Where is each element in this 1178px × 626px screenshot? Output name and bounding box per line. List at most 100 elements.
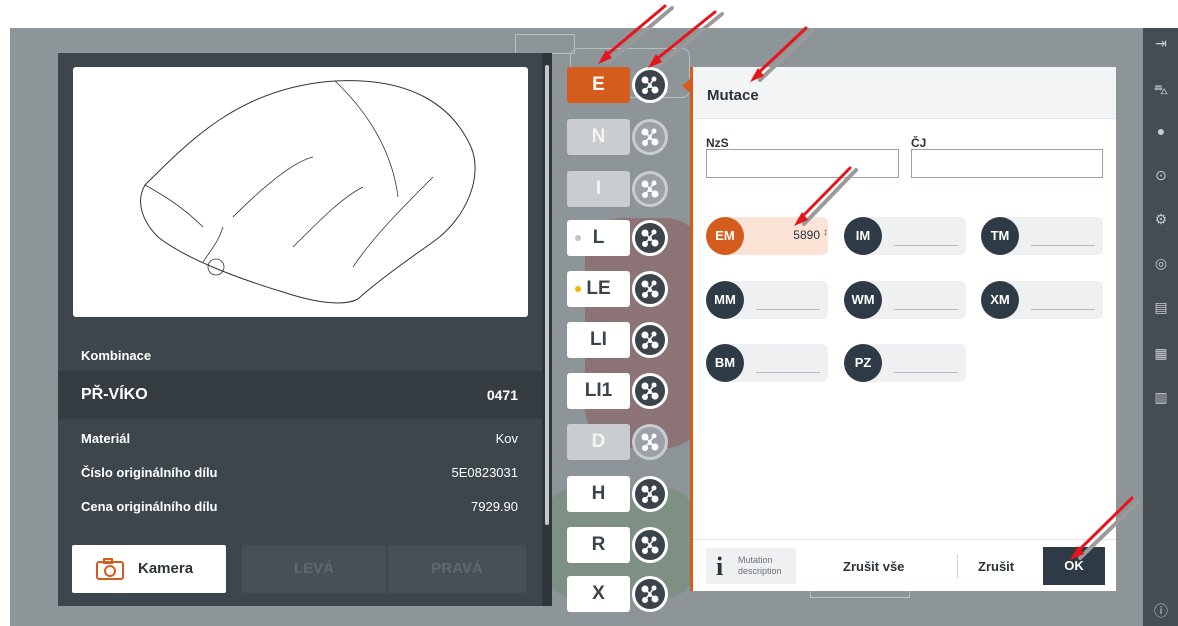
input-underline: [756, 372, 820, 373]
mutation-type-label: I: [595, 178, 602, 199]
mutation-code-em: 5890 ↕ EM: [706, 217, 828, 255]
card-scrollbar[interactable]: [542, 53, 552, 606]
mutation-type-h[interactable]: H: [567, 476, 630, 512]
footer-divider: [957, 554, 958, 578]
mutation-code-badge[interactable]: MM: [706, 281, 744, 319]
camera-button[interactable]: Kamera: [72, 545, 226, 593]
camera-icon[interactable]: ◎: [1152, 254, 1170, 272]
ok-button[interactable]: OK: [1043, 547, 1105, 585]
nzs-input[interactable]: [706, 149, 899, 178]
molecule-icon[interactable]: [632, 271, 668, 307]
molecule-icon[interactable]: [632, 424, 668, 460]
gear-icon[interactable]: ⚙: [1152, 210, 1170, 228]
original-number-row: Číslo originálního dílu 5E0823031: [58, 461, 542, 485]
mutation-type-li1[interactable]: LI1: [567, 373, 630, 409]
left-side-button[interactable]: LEVÁ: [242, 545, 386, 593]
mutation-type-label: LI: [590, 329, 607, 350]
right-side-button[interactable]: PRAVÁ: [388, 545, 526, 593]
hood-drawing: [140, 80, 476, 304]
document-sum-icon[interactable]: ▦: [1152, 344, 1170, 362]
mutation-code-badge[interactable]: XM: [981, 281, 1019, 319]
mutation-type-d: D: [567, 424, 630, 460]
mutation-code-badge[interactable]: PZ: [844, 344, 882, 382]
original-price-value: 7929.90: [471, 499, 518, 514]
info-icon[interactable]: ⓘ: [1152, 602, 1170, 620]
cj-label: ČJ: [911, 136, 927, 150]
molecule-icon[interactable]: [632, 67, 668, 103]
cj-input[interactable]: [911, 149, 1103, 178]
mutation-type-li[interactable]: LI: [567, 322, 630, 358]
dialog-title: Mutace: [707, 87, 759, 104]
mutation-type-label: H: [591, 483, 606, 504]
part-name: PŘ-VÍKO: [81, 386, 148, 403]
input-underline: [1031, 309, 1095, 310]
monitor-icon[interactable]: ▤: [1152, 298, 1170, 316]
mutation-code-bm: BM: [706, 344, 828, 382]
right-toolbar: ⇥ ⛍ ● ⊙ ⚙ ◎ ▤ ▦ ▥ ⓘ: [1143, 28, 1178, 626]
exit-icon[interactable]: ⇥: [1152, 34, 1170, 52]
part-name-row: PŘ-VÍKO 0471: [58, 371, 542, 419]
molecule-icon[interactable]: [632, 527, 668, 563]
mutation-code-badge[interactable]: TM: [981, 217, 1019, 255]
molecule-icon[interactable]: [632, 119, 668, 155]
molecule-icon[interactable]: [632, 220, 668, 256]
mutation-type-label: R: [591, 534, 606, 555]
info-icon: i: [716, 552, 724, 581]
mutation-type-label: LI1: [584, 380, 613, 401]
mutation-desc-line1: Mutation: [738, 555, 773, 565]
camera-button-label: Kamera: [138, 560, 194, 577]
spinner-icon[interactable]: ↕: [823, 227, 828, 238]
mutation-desc-line2: description: [738, 566, 782, 576]
part-card: Kombinace PŘ-VÍKO 0471 Materiál Kov Čísl…: [58, 53, 542, 606]
mutation-type-label: X: [592, 583, 605, 604]
mutation-code-xm: XM: [981, 281, 1103, 319]
mutation-code-pz: PZ: [844, 344, 966, 382]
part-image: [73, 67, 528, 317]
mutation-code-value: 5890: [793, 228, 820, 242]
mutation-description-button[interactable]: i Mutation description: [706, 548, 796, 584]
molecule-icon[interactable]: [632, 373, 668, 409]
original-number-value: 5E0823031: [451, 465, 518, 480]
mutation-type-label: D: [591, 431, 606, 452]
section-label: Kombinace: [81, 348, 152, 363]
camera-icon: [96, 558, 124, 580]
document-edit-icon[interactable]: ▥: [1152, 388, 1170, 406]
original-price-label: Cena originálního dílu: [81, 499, 218, 514]
mutation-dialog: Mutace NzS ČJ 5890 ↕ EM IM TM MM WM XM BM PZ i Mu…: [690, 67, 1116, 591]
search-icon[interactable]: ⊙: [1152, 166, 1170, 184]
input-underline: [894, 245, 958, 246]
input-underline: [1031, 245, 1095, 246]
lock-icon[interactable]: ●: [1152, 122, 1170, 140]
active-indicator: [682, 79, 690, 93]
original-number-label: Číslo originálního dílu: [81, 465, 218, 480]
nzs-label: NzS: [706, 136, 729, 150]
mutation-type-l[interactable]: L: [567, 220, 630, 256]
cancel-all-button[interactable]: Zrušit vše: [843, 559, 904, 574]
mutation-type-n: N: [567, 119, 630, 155]
scroll-thumb[interactable]: [545, 65, 549, 525]
mutation-code-badge[interactable]: IM: [844, 217, 882, 255]
mutation-type-le[interactable]: LE: [567, 271, 630, 307]
mutation-type-label: E: [592, 74, 605, 95]
mutation-code-badge[interactable]: BM: [706, 344, 744, 382]
molecule-icon[interactable]: [632, 171, 668, 207]
mutation-code-im: IM: [844, 217, 966, 255]
cancel-button[interactable]: Zrušit: [978, 559, 1014, 574]
mutation-type-i: I: [567, 171, 630, 207]
status-dot: [575, 235, 581, 241]
mutation-code-badge[interactable]: WM: [844, 281, 882, 319]
molecule-icon[interactable]: [632, 576, 668, 612]
mutation-type-r[interactable]: R: [567, 527, 630, 563]
material-value: Kov: [495, 431, 518, 446]
mutation-type-x[interactable]: X: [567, 576, 630, 612]
molecule-icon[interactable]: [632, 476, 668, 512]
mutation-code-mm: MM: [706, 281, 828, 319]
mutation-type-label: LE: [586, 278, 611, 299]
molecule-icon[interactable]: [632, 322, 668, 358]
part-code: 0471: [486, 387, 518, 403]
mutation-code-wm: WM: [844, 281, 966, 319]
car-icon[interactable]: ⛍: [1152, 80, 1170, 98]
input-underline: [894, 372, 958, 373]
mutation-code-badge[interactable]: EM: [706, 217, 744, 255]
mutation-type-e[interactable]: E: [567, 67, 630, 103]
